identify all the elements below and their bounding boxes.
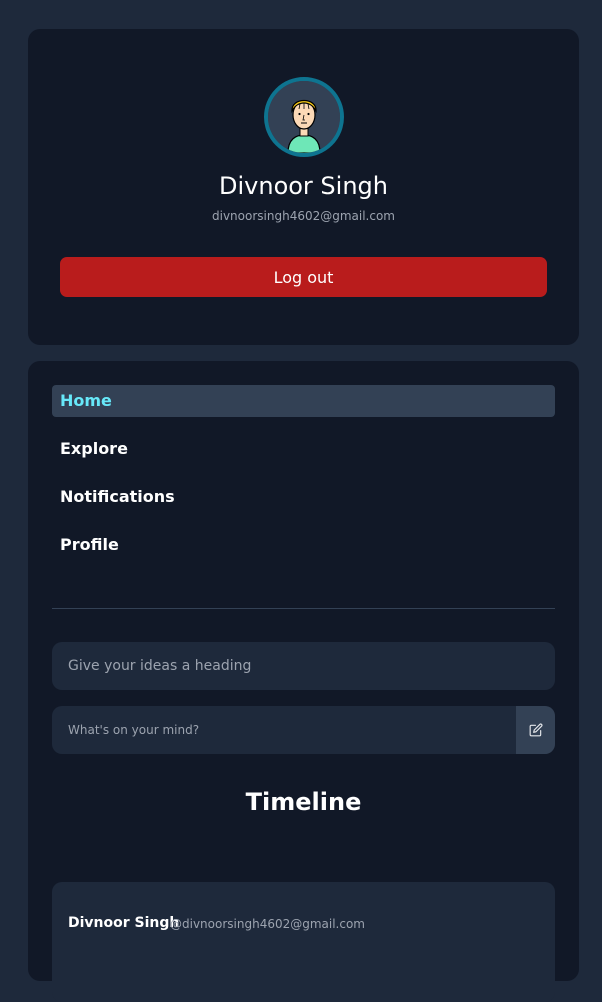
post-heading-input[interactable] (52, 642, 555, 690)
user-name: Divnoor Singh (219, 172, 388, 200)
logout-button[interactable]: Log out (60, 257, 547, 297)
user-avatar-icon[interactable] (264, 77, 344, 157)
sidebar-nav: Home Explore Notifications Profile (52, 385, 555, 577)
nav-item-notifications[interactable]: Notifications (52, 481, 555, 513)
divider (52, 608, 555, 609)
post-body-input[interactable] (52, 706, 516, 754)
submit-post-button[interactable] (516, 706, 555, 754)
post-handle: @divnoorsingh4602@gmail.com (170, 917, 365, 931)
user-email: divnoorsingh4602@gmail.com (212, 209, 395, 223)
nav-item-profile[interactable]: Profile (52, 529, 555, 561)
post-author[interactable]: Divnoor Singh (68, 915, 179, 931)
nav-item-explore[interactable]: Explore (52, 433, 555, 465)
edit-icon (529, 723, 542, 737)
timeline-title: Timeline (245, 788, 362, 816)
main-card: Home Explore Notifications Profile Timel… (28, 361, 579, 1002)
nav-item-home[interactable]: Home (52, 385, 555, 417)
profile-card: Divnoor Singh divnoorsingh4602@gmail.com… (28, 29, 579, 345)
timeline-post: Divnoor Singh @divnoorsingh4602@gmail.co… (52, 882, 555, 1002)
post-composer (52, 706, 555, 754)
